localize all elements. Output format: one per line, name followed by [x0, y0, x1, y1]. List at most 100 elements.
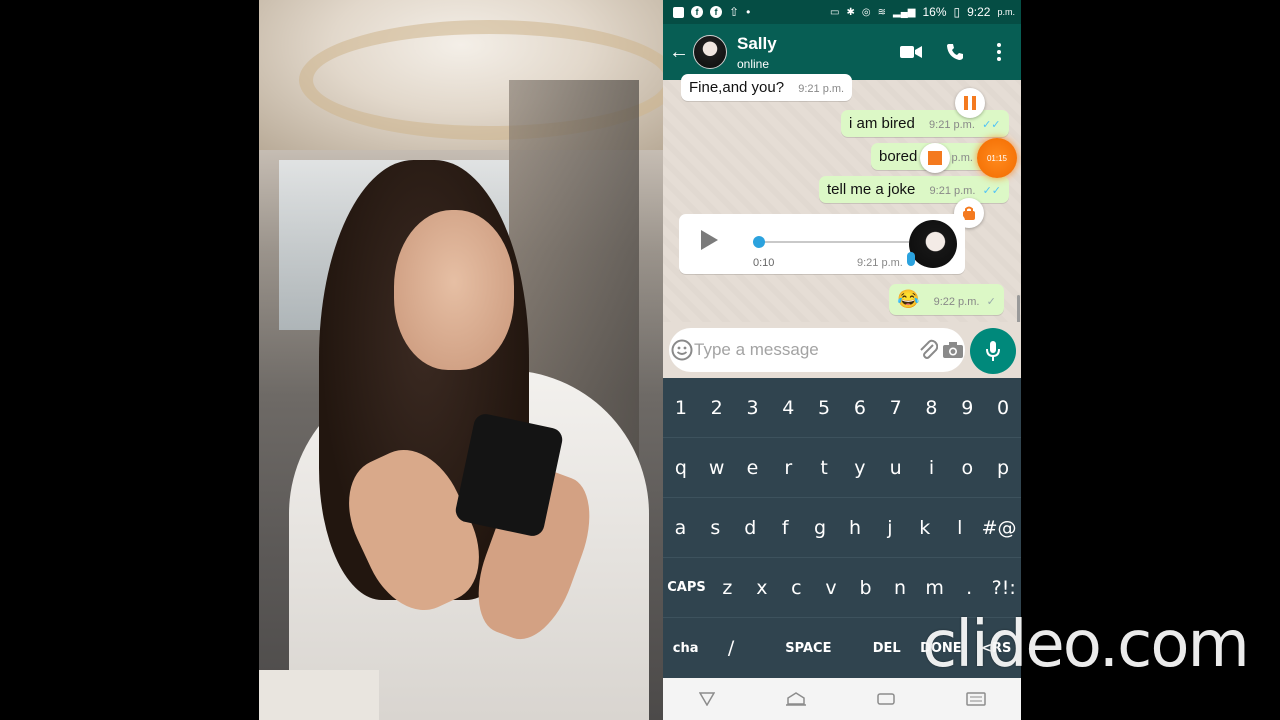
composer-bar: [663, 322, 1021, 378]
status-bar: f f ⇧ • ▭ ✱ ◎ ≋ ▂▄▆ 16% ▯ 9:22 p.m.: [663, 0, 1021, 24]
camera-icon[interactable]: [940, 341, 965, 359]
back-arrow-icon[interactable]: ←: [665, 41, 693, 64]
key[interactable]: 8: [918, 397, 944, 419]
key[interactable]: f: [772, 517, 798, 539]
message-icon: [673, 6, 684, 18]
cast-icon: ▭: [830, 6, 840, 18]
message-time: 9:22 p.m.: [933, 296, 980, 308]
recording-timer[interactable]: 01:15: [977, 138, 1017, 178]
delete-key[interactable]: DEL: [873, 641, 901, 656]
caps-key[interactable]: CAPS: [667, 580, 706, 595]
stop-icon: [928, 151, 942, 165]
contact-avatar[interactable]: [693, 35, 727, 69]
battery-icon: ▯: [953, 5, 961, 19]
home-nav-icon[interactable]: [785, 692, 806, 706]
keyboard-nav-icon[interactable]: [965, 692, 986, 706]
key[interactable]: a: [667, 517, 693, 539]
key[interactable]: n: [887, 577, 913, 599]
video-call-icon[interactable]: [889, 45, 933, 59]
key[interactable]: k: [912, 517, 938, 539]
voice-progress-track[interactable]: [759, 241, 909, 243]
space-key[interactable]: SPACE: [763, 641, 853, 656]
sent-tick-icon: ✓: [986, 296, 996, 308]
message-time: 9:21 p.m.: [798, 83, 845, 95]
key[interactable]: i: [918, 457, 944, 479]
key[interactable]: c: [783, 577, 809, 599]
message-bubble[interactable]: tell me a joke 9:21 p.m. ✓✓: [819, 176, 1010, 203]
key[interactable]: q: [668, 457, 694, 479]
key[interactable]: 1: [668, 397, 694, 419]
key[interactable]: r: [775, 457, 801, 479]
key[interactable]: s: [702, 517, 728, 539]
signal-icon: ▂▄▆: [893, 6, 916, 18]
phone-icon[interactable]: [933, 43, 977, 61]
contact-status: online: [737, 56, 770, 71]
contact-name: Sally: [737, 33, 777, 53]
key[interactable]: p: [990, 457, 1016, 479]
composer-box: [669, 328, 965, 372]
key[interactable]: 3: [739, 397, 765, 419]
key[interactable]: 2: [704, 397, 730, 419]
message-text: tell me a joke: [827, 181, 916, 198]
key[interactable]: #@: [982, 517, 1017, 539]
key[interactable]: j: [877, 517, 903, 539]
key[interactable]: o: [954, 457, 980, 479]
message-input[interactable]: [694, 340, 915, 360]
battery-percent: 16%: [922, 5, 947, 19]
key[interactable]: 4: [775, 397, 801, 419]
message-bubble[interactable]: Fine,and you? 9:21 p.m.: [681, 74, 853, 101]
key[interactable]: x: [749, 577, 775, 599]
recents-nav-icon[interactable]: [876, 692, 895, 706]
key[interactable]: t: [811, 457, 837, 479]
play-icon[interactable]: [701, 230, 718, 250]
stop-button[interactable]: [920, 143, 950, 173]
voice-message[interactable]: 0:10 9:21 p.m.: [679, 214, 965, 274]
key[interactable]: ?!:: [991, 577, 1017, 599]
key[interactable]: 9: [954, 397, 980, 419]
facebook-icon: f: [710, 6, 722, 18]
keyboard-row-numbers: 1 2 3 4 5 6 7 8 9 0: [663, 378, 1021, 438]
pause-button[interactable]: [955, 88, 985, 118]
key[interactable]: u: [883, 457, 909, 479]
key[interactable]: m: [922, 577, 948, 599]
message-time: 9:21 p.m.: [929, 119, 975, 131]
key[interactable]: v: [818, 577, 844, 599]
voice-progress-knob[interactable]: [753, 236, 765, 248]
key[interactable]: d: [737, 517, 763, 539]
chat-scrollbar[interactable]: [1017, 295, 1020, 323]
clock-ampm: p.m.: [997, 7, 1015, 17]
read-ticks-icon: ✓✓: [982, 119, 1001, 131]
key[interactable]: .: [956, 577, 982, 599]
chat-area[interactable]: Fine,and you? 9:21 p.m. i am bired 9:21 …: [663, 74, 1021, 323]
language-key[interactable]: cha: [673, 641, 699, 656]
key[interactable]: 7: [883, 397, 909, 419]
more-vert-icon[interactable]: [977, 43, 1021, 61]
clock: 9:22: [967, 5, 991, 19]
emoji-icon[interactable]: [669, 339, 694, 361]
key[interactable]: l: [947, 517, 973, 539]
key[interactable]: h: [842, 517, 868, 539]
key[interactable]: 0: [990, 397, 1016, 419]
read-ticks-icon: ✓✓: [982, 185, 1002, 197]
message-text: 😂: [897, 289, 920, 309]
key[interactable]: y: [847, 457, 873, 479]
dot-icon: •: [746, 5, 751, 19]
key[interactable]: b: [853, 577, 879, 599]
key[interactable]: e: [739, 457, 765, 479]
key[interactable]: g: [807, 517, 833, 539]
message-bubble[interactable]: 😂 9:22 p.m. ✓: [889, 284, 1004, 315]
key[interactable]: w: [704, 457, 730, 479]
key[interactable]: z: [714, 577, 740, 599]
upload-icon: ⇧: [729, 5, 740, 19]
key[interactable]: 5: [811, 397, 837, 419]
back-nav-icon[interactable]: [698, 692, 715, 706]
mic-button[interactable]: [970, 328, 1016, 374]
attach-icon[interactable]: [915, 339, 940, 361]
contact-info[interactable]: Sally online: [737, 34, 889, 71]
message-text: bored: [879, 148, 918, 165]
message-bubble[interactable]: i am bired 9:21 p.m. ✓✓: [841, 110, 1009, 137]
wifi-icon: ≋: [877, 6, 887, 18]
key[interactable]: 6: [847, 397, 873, 419]
message-time: p.m.: [951, 152, 973, 164]
key[interactable]: /: [718, 637, 744, 659]
